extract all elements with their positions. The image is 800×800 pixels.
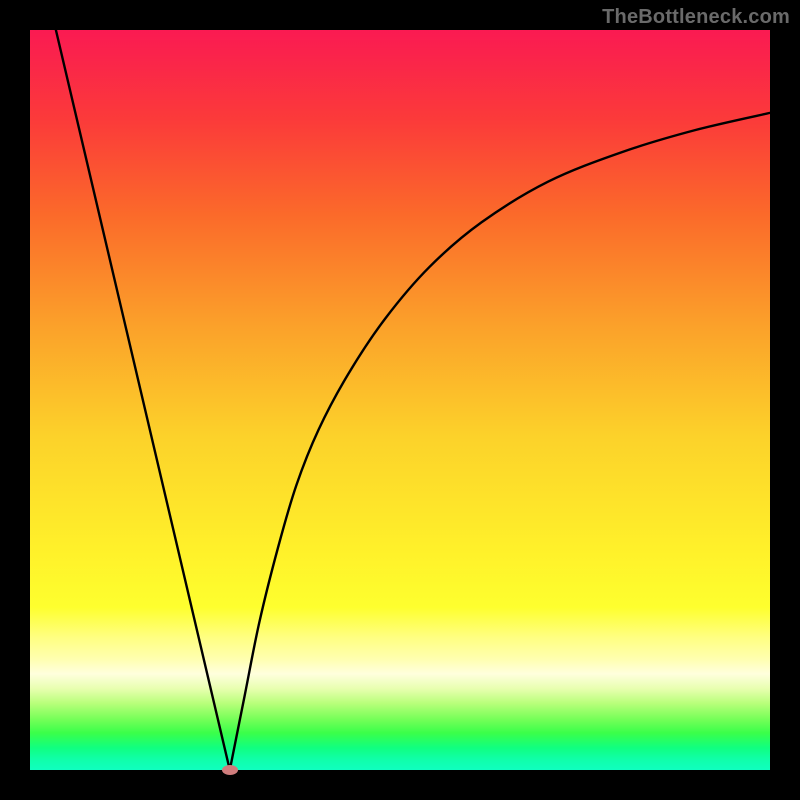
chart-frame: TheBottleneck.com [0,0,800,800]
watermark-text: TheBottleneck.com [602,6,790,29]
minimum-marker [222,765,238,775]
plot-area [30,30,770,770]
bottleneck-curve [30,30,770,770]
